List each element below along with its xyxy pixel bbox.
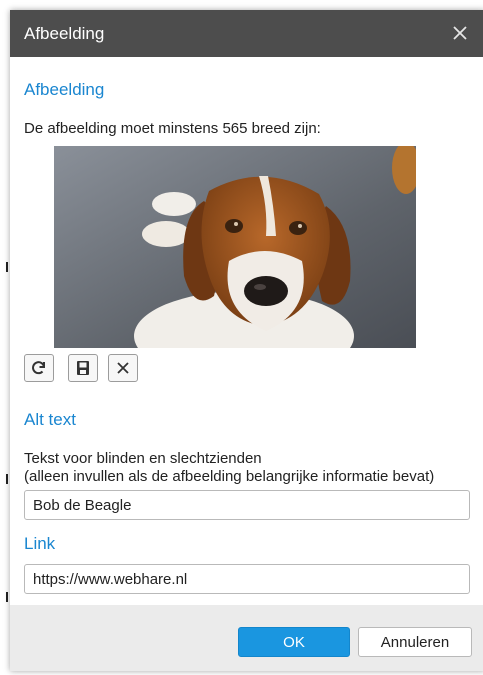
dialog-title: Afbeelding: [24, 23, 105, 43]
close-icon[interactable]: [449, 22, 471, 44]
alt-text-description-line2: (alleen invullen als de afbeelding belan…: [24, 468, 435, 485]
image-preview[interactable]: [54, 146, 416, 348]
dialog-footer: OK Annuleren: [10, 605, 483, 671]
image-requirement-text: De afbeelding moet minstens 565 breed zi…: [24, 120, 321, 137]
dialog-titlebar: Afbeelding: [10, 10, 483, 57]
delete-icon: [117, 362, 129, 374]
save-icon: [77, 361, 89, 375]
refresh-button[interactable]: [24, 354, 54, 382]
link-heading: Link: [24, 534, 56, 553]
background-edge-mark: [6, 474, 8, 484]
beagle-photo: [54, 146, 416, 348]
background-edge-mark: [6, 262, 8, 272]
delete-button[interactable]: [108, 354, 138, 382]
background-edge-mark: [6, 592, 8, 602]
image-section-heading: Afbeelding: [24, 80, 105, 99]
alt-text-input[interactable]: [24, 490, 470, 520]
refresh-icon: [32, 361, 45, 375]
ok-button[interactable]: OK: [238, 627, 350, 657]
cancel-button[interactable]: Annuleren: [358, 627, 472, 657]
alt-text-description-line1: Tekst voor blinden en slechtzienden: [24, 450, 262, 467]
image-dialog: Afbeelding Afbeelding De afbeelding moet…: [10, 10, 483, 671]
link-input[interactable]: [24, 564, 470, 594]
save-button[interactable]: [68, 354, 98, 382]
alt-text-heading: Alt text: [24, 410, 76, 429]
